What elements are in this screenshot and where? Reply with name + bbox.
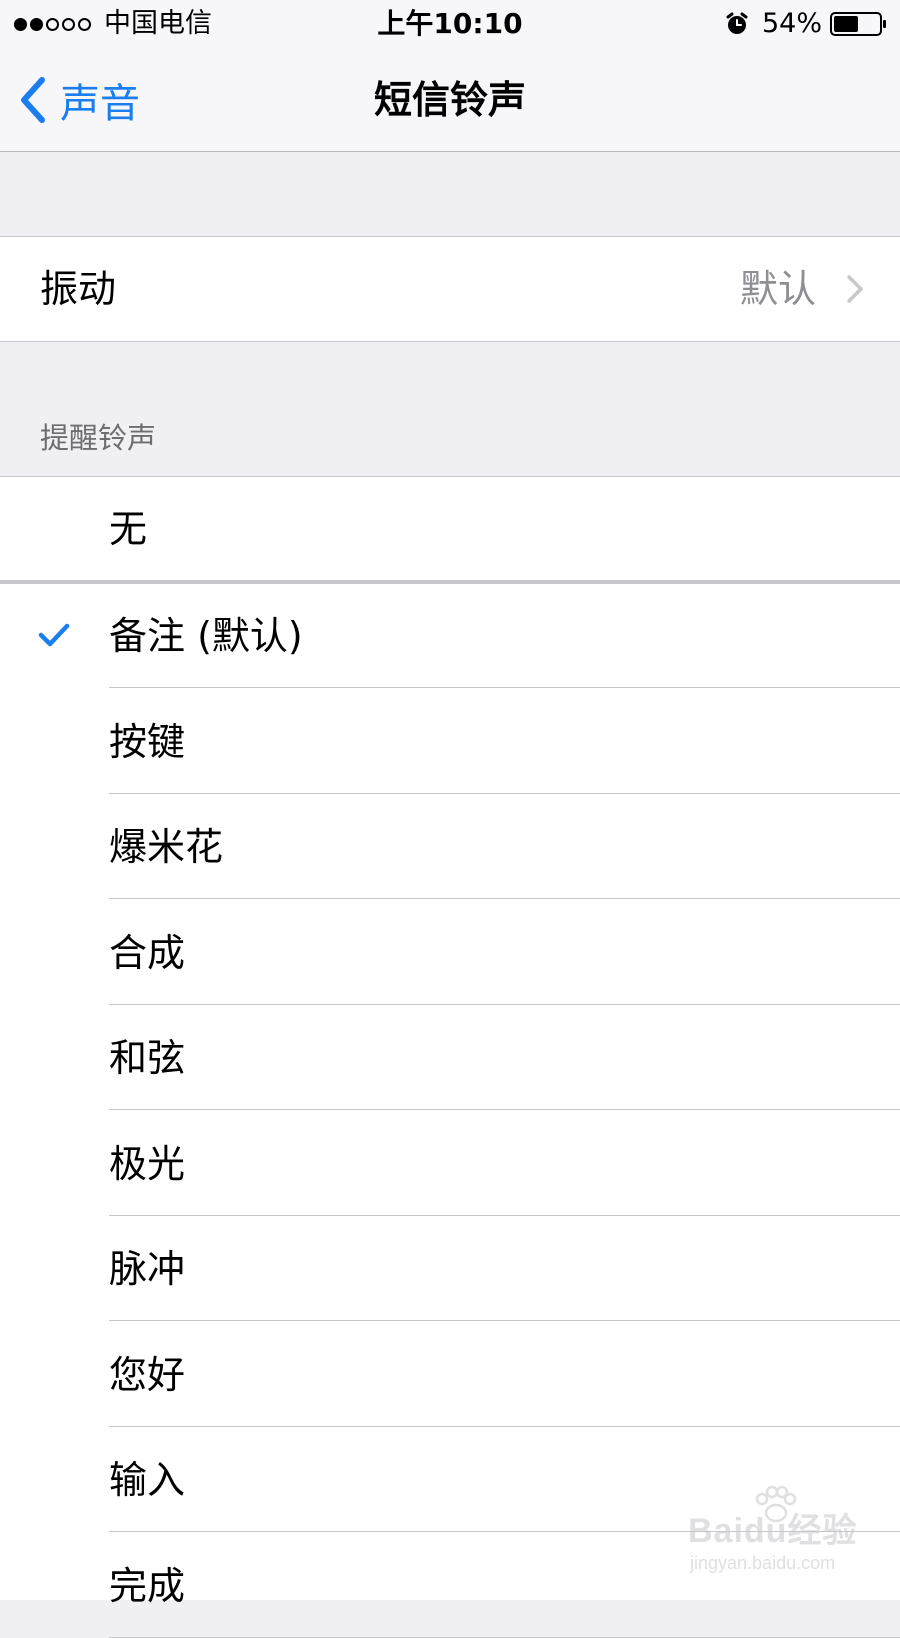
signal-strength-icon: [14, 17, 94, 31]
row-separator: [109, 1531, 900, 1532]
row-separator: [109, 1215, 900, 1216]
section-header: 提醒铃声: [40, 421, 157, 455]
tone-option[interactable]: 您好: [0, 1323, 900, 1427]
tone-label: 完成: [109, 1564, 186, 1608]
tone-option[interactable]: 爆米花: [0, 795, 900, 899]
signal-dot: [14, 17, 27, 31]
tone-list: 备注 (默认) 按键爆米花合成和弦极光脉冲您好输入完成: [0, 584, 900, 1638]
checkmark-icon: [38, 622, 70, 648]
signal-dot: [30, 17, 43, 31]
row-separator: [109, 1109, 900, 1110]
back-button[interactable]: 声音: [18, 70, 140, 130]
tone-option[interactable]: 脉冲: [0, 1217, 900, 1321]
tone-label: 脉冲: [109, 1247, 186, 1291]
tone-option[interactable]: 和弦: [0, 1006, 900, 1110]
tone-label: 合成: [109, 931, 186, 975]
row-separator: [109, 687, 900, 688]
row-separator: [109, 1004, 900, 1005]
vibration-label: 振动: [40, 267, 117, 311]
signal-dot: [78, 17, 91, 31]
chevron-right-icon: [846, 274, 864, 304]
tone-option[interactable]: 备注 (默认): [0, 584, 900, 688]
tone-option[interactable]: 合成: [0, 901, 900, 1005]
status-right: 54%: [724, 8, 888, 40]
vibration-value: 默认: [739, 267, 816, 311]
tone-option[interactable]: 按键: [0, 690, 900, 794]
tone-label: 极光: [109, 1142, 186, 1186]
signal-dot: [46, 17, 59, 31]
signal-dot: [62, 17, 75, 31]
tone-option[interactable]: 极光: [0, 1112, 900, 1216]
tone-label: 无: [109, 507, 148, 551]
row-separator: [109, 1426, 900, 1427]
navigation-bar: 声音 短信铃声: [0, 48, 900, 152]
tone-label: 和弦: [109, 1036, 186, 1080]
tone-label: 爆米花: [109, 825, 224, 869]
battery-percent: 54%: [761, 8, 822, 39]
vibration-row[interactable]: 振动 默认: [0, 237, 900, 341]
status-left: 中国电信: [14, 8, 212, 40]
tone-label: 备注 (默认): [109, 614, 303, 658]
vibration-group: 振动 默认: [0, 236, 900, 342]
tone-label: 输入: [109, 1458, 186, 1502]
back-button-label: 声音: [60, 81, 140, 127]
tone-label: 您好: [109, 1353, 186, 1397]
carrier-name: 中国电信: [104, 8, 212, 39]
row-separator: [109, 898, 900, 899]
back-chevron-icon: [18, 76, 48, 124]
tone-option[interactable]: 输入: [0, 1428, 900, 1532]
tone-option-none[interactable]: 无: [0, 477, 900, 581]
tone-label: 按键: [109, 720, 186, 764]
battery-icon: [830, 11, 888, 37]
status-bar: 中国电信 上午10:10 54%: [0, 0, 900, 48]
row-separator: [109, 793, 900, 794]
tone-option[interactable]: 完成: [0, 1534, 900, 1638]
row-separator: [109, 1320, 900, 1321]
alarm-clock-icon: [724, 11, 750, 37]
none-option-group: 无: [0, 476, 900, 584]
